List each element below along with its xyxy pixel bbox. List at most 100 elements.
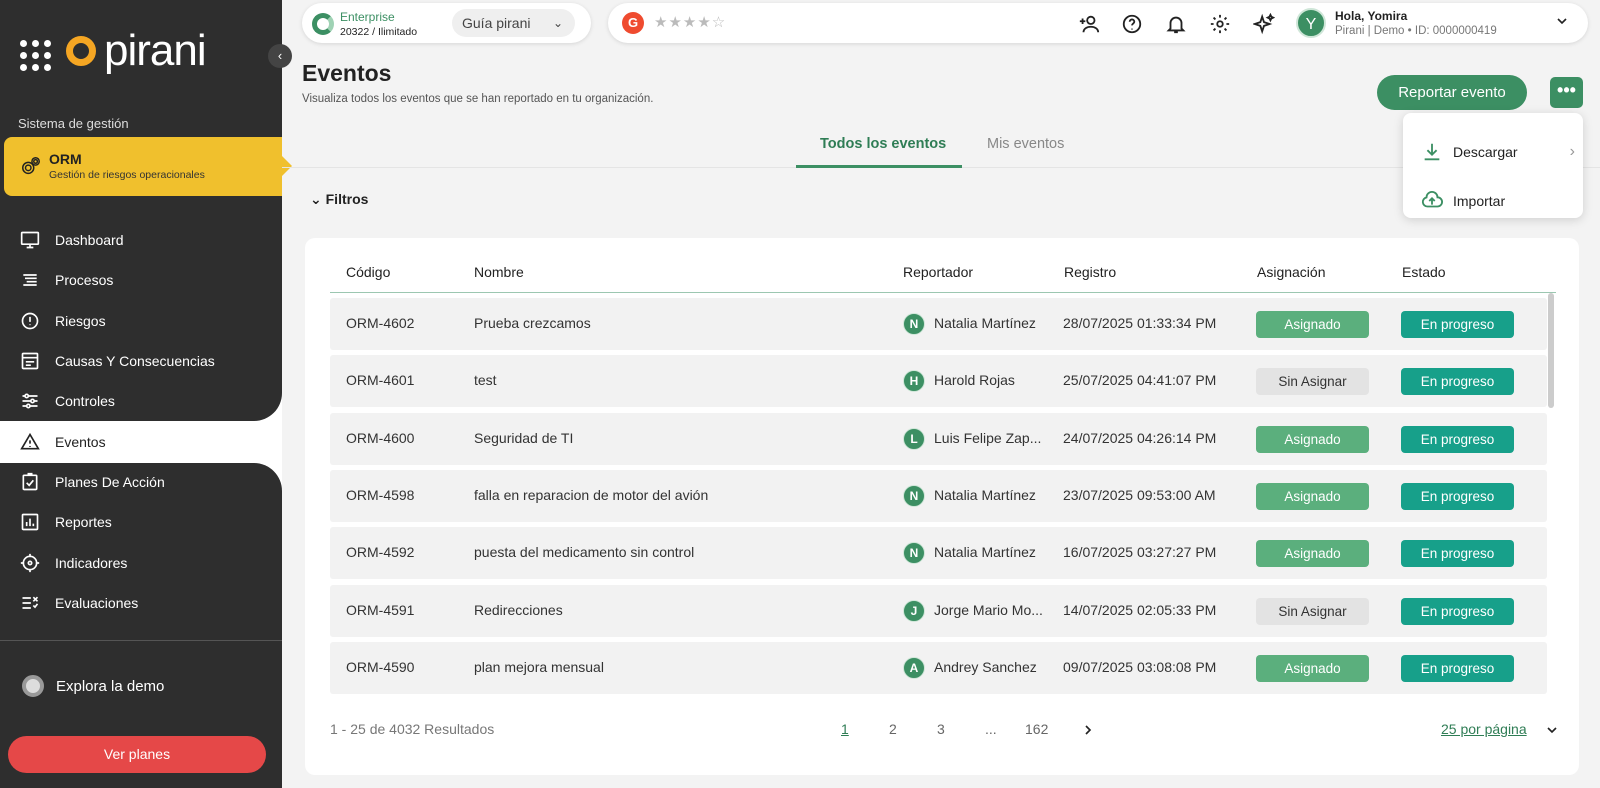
- section-label: Sistema de gestión: [18, 116, 129, 131]
- plan-logo-icon: [312, 13, 334, 35]
- sidebar-item-label: Causas Y Consecuencias: [55, 353, 215, 370]
- table-row[interactable]: ORM-4598 falla en reparacion de motor del…: [330, 469, 1547, 522]
- page-link-3[interactable]: 3: [937, 721, 945, 737]
- column-header-reporter[interactable]: Reportador: [903, 264, 973, 280]
- cell-reporter: Harold Rojas: [934, 372, 1015, 389]
- sidebar-item-label: Planes De Acción: [55, 473, 165, 490]
- add-user-icon[interactable]: [1078, 13, 1100, 35]
- module-subtitle: Gestión de riesgos operacionales: [49, 169, 205, 181]
- table-scrollbar[interactable]: [1548, 293, 1554, 408]
- cell-reporter: Natalia Martínez: [934, 544, 1036, 561]
- checklist-icon: [22, 472, 38, 491]
- reporter-avatar: N: [903, 313, 925, 335]
- demo-icon: [22, 675, 44, 697]
- results-count: 1 - 25 de 4032 Resultados: [330, 721, 495, 737]
- sidebar-item-label: Eventos: [55, 433, 106, 450]
- cell-code: ORM-4598: [346, 486, 415, 503]
- status-badge: En progreso: [1401, 654, 1514, 682]
- column-header-status[interactable]: Estado: [1402, 264, 1446, 280]
- guide-dropdown[interactable]: Guía pirani ⌄: [452, 9, 575, 37]
- evaluation-icon: [22, 596, 39, 609]
- g2-logo-icon[interactable]: G: [622, 12, 644, 34]
- collapse-sidebar-icon[interactable]: ‹: [268, 44, 292, 68]
- page-link-last[interactable]: 162: [1025, 721, 1048, 737]
- table-row[interactable]: ORM-4590 plan mejora mensual A Andrey Sanch…: [330, 641, 1547, 694]
- cell-name: Prueba crezcamos: [474, 315, 591, 331]
- chevron-right-icon: ›: [1569, 143, 1575, 160]
- column-header-date[interactable]: Registro: [1064, 264, 1116, 280]
- tab-all-events[interactable]: Todos los eventos: [820, 136, 946, 152]
- cell-code: ORM-4592: [346, 544, 415, 561]
- assignment-badge: Asignado: [1256, 311, 1369, 338]
- cell-code: ORM-4591: [346, 601, 415, 618]
- sidebar-item-label: Reportes: [55, 514, 112, 531]
- cell-code: ORM-4601: [346, 372, 415, 389]
- chevron-down-icon[interactable]: [1544, 722, 1560, 738]
- user-detail: Pirani | Demo • ID: 0000000419: [1335, 25, 1497, 37]
- cell-reporter: Luis Felipe Zap...: [934, 429, 1042, 446]
- reporter-avatar: N: [903, 542, 925, 565]
- chevron-right-icon[interactable]: [1080, 722, 1096, 738]
- sidebar-item-procesos[interactable]: Procesos: [0, 260, 282, 300]
- guide-label: Guía pirani: [462, 15, 531, 31]
- filters-toggle[interactable]: ⌄ Filtros: [310, 191, 368, 208]
- menu-item-label: Descargar: [1453, 144, 1518, 160]
- sidebar-item-planes[interactable]: Planes De Acción: [0, 462, 282, 502]
- column-header-assignment[interactable]: Asignación: [1257, 264, 1326, 280]
- sidebar-item-label: Controles: [55, 393, 115, 410]
- bell-icon[interactable]: [1165, 13, 1187, 35]
- view-plans-button[interactable]: Ver planes: [8, 736, 266, 773]
- gears-icon: [22, 157, 40, 175]
- rating-stars[interactable]: ★★★★☆: [654, 13, 726, 31]
- user-avatar[interactable]: Y: [1296, 8, 1326, 38]
- gear-icon[interactable]: [1209, 13, 1231, 35]
- sidebar-item-reportes[interactable]: Reportes: [0, 502, 282, 542]
- table-row[interactable]: ORM-4602 Prueba crezcamos N Natalia Martíne…: [330, 298, 1547, 350]
- tab-my-events[interactable]: Mis eventos: [987, 136, 1064, 152]
- cell-reporter: Jorge Mario Mo...: [934, 601, 1043, 618]
- sidebar-item-riesgos[interactable]: Riesgos: [0, 301, 282, 341]
- table-row[interactable]: ORM-4600 Seguridad de TI L Luis Felipe Zap.…: [330, 412, 1547, 465]
- page-link-1[interactable]: 1: [841, 721, 849, 737]
- sparkles-icon[interactable]: [1253, 13, 1275, 35]
- table-row[interactable]: ORM-4601 test H Harold Rojas 25/07/2025 04:4…: [330, 355, 1547, 408]
- assignment-badge: Asignado: [1256, 482, 1369, 510]
- cell-name: Redirecciones: [474, 601, 563, 618]
- page-link-2[interactable]: 2: [889, 721, 897, 737]
- apps-grid-icon[interactable]: [20, 40, 52, 72]
- sidebar-item-eventos[interactable]: Eventos: [4, 421, 282, 462]
- assignment-badge: Asignado: [1256, 654, 1369, 682]
- cell-name: test: [474, 372, 497, 389]
- reporter-avatar: N: [903, 484, 925, 507]
- monitor-icon: [20, 231, 40, 249]
- cell-code: ORM-4590: [346, 658, 415, 675]
- sidebar-item-label: Dashboard: [55, 232, 124, 249]
- sidebar-item-controles[interactable]: Controles: [0, 381, 282, 421]
- status-badge: En progreso: [1401, 368, 1514, 396]
- plan-name: Enterprise: [340, 10, 395, 24]
- table-row[interactable]: ORM-4591 Redirecciones J Jorge Mario Mo... 1…: [330, 584, 1547, 637]
- per-page-select[interactable]: 25 por página: [1441, 721, 1527, 737]
- module-card-orm[interactable]: ORM Gestión de riesgos operacionales: [4, 137, 292, 196]
- more-options-button[interactable]: •••: [1550, 77, 1583, 108]
- alert-circle-icon: [21, 312, 39, 330]
- sidebar-item-indicadores[interactable]: Indicadores: [0, 542, 282, 582]
- assignment-badge: Sin Asignar: [1256, 597, 1369, 625]
- page-subtitle: Visualiza todos los eventos que se han r…: [302, 93, 654, 105]
- menu-item-import[interactable]: Importar: [1421, 190, 1505, 212]
- report-event-button[interactable]: Reportar evento: [1377, 75, 1527, 110]
- sidebar-item-evaluaciones[interactable]: Evaluaciones: [0, 583, 282, 623]
- cell-date: 25/07/2025 04:41:07 PM: [1063, 372, 1217, 389]
- explore-demo[interactable]: Explora la demo: [22, 675, 164, 697]
- column-header-code[interactable]: Código: [346, 264, 390, 280]
- sidebar-item-dashboard[interactable]: Dashboard: [0, 220, 282, 260]
- table-row[interactable]: ORM-4592 puesta del medicamento sin contr…: [330, 527, 1547, 580]
- page-title: Eventos: [302, 60, 392, 86]
- menu-item-download[interactable]: Descargar ›: [1421, 141, 1575, 163]
- status-badge: En progreso: [1401, 540, 1514, 568]
- help-icon[interactable]: [1121, 13, 1143, 35]
- chevron-down-icon: ⌄: [552, 16, 563, 30]
- sidebar-item-causas[interactable]: Causas Y Consecuencias: [0, 341, 282, 381]
- column-header-name[interactable]: Nombre: [474, 264, 524, 280]
- chevron-down-icon[interactable]: [1554, 13, 1570, 29]
